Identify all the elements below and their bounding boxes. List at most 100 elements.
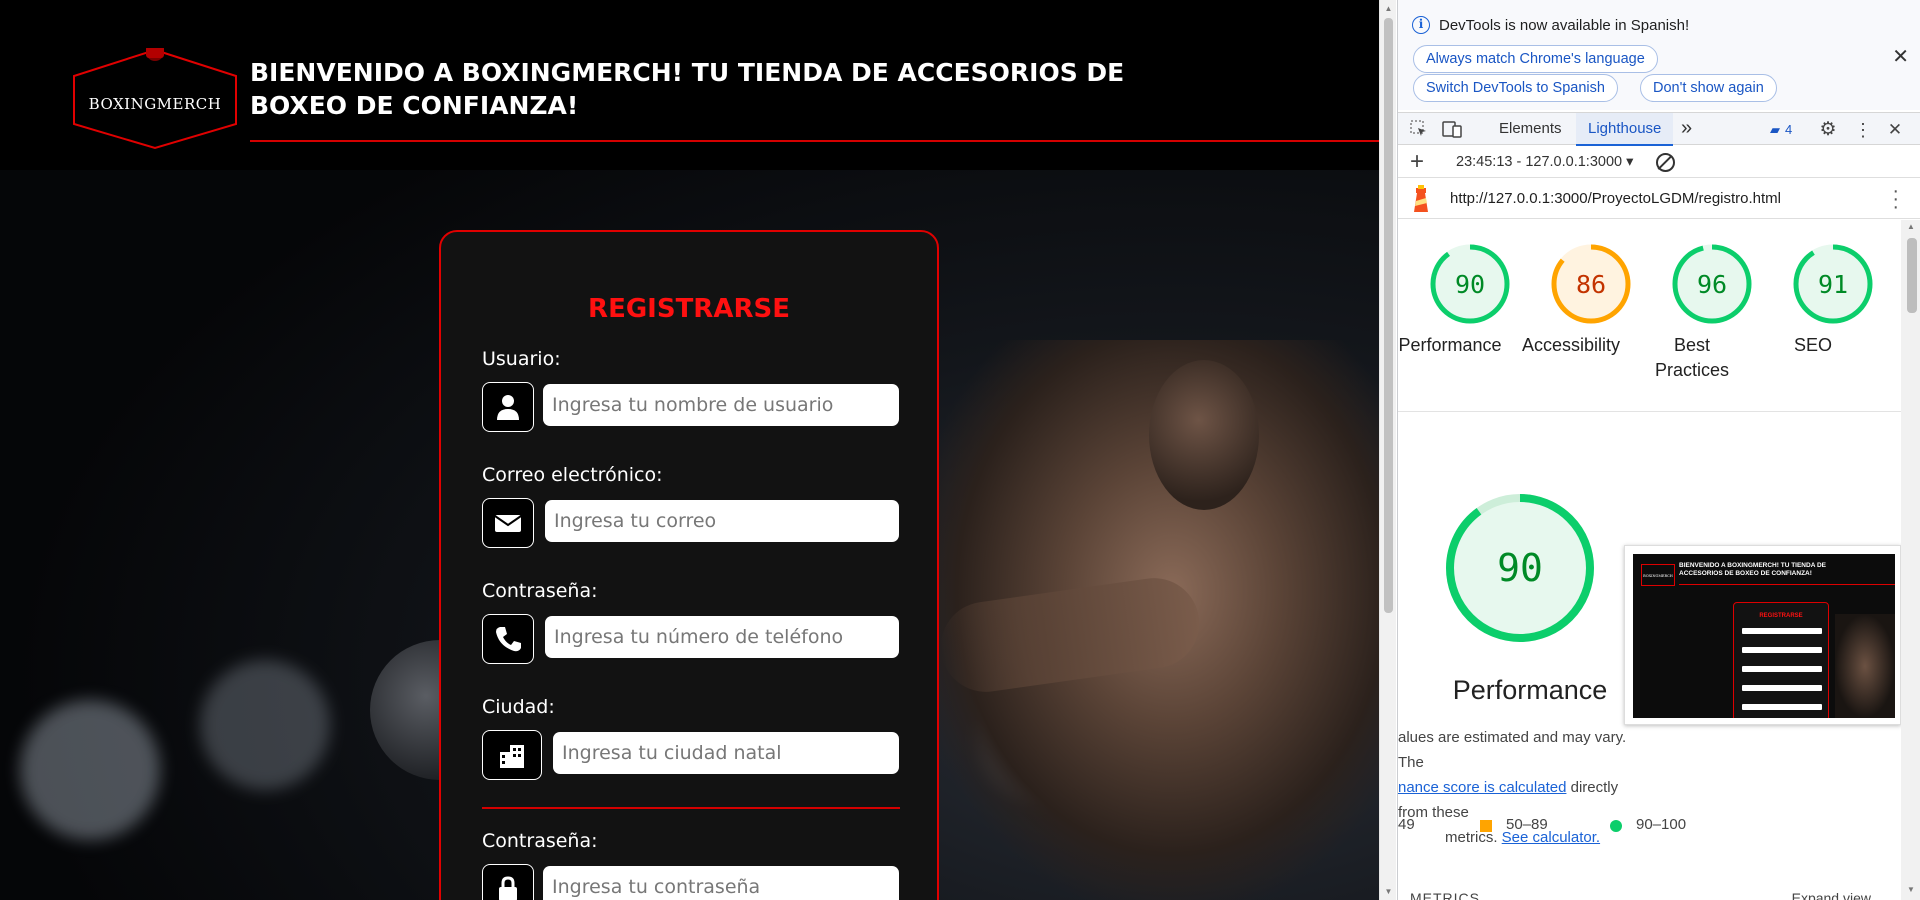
switch-to-spanish-button[interactable]: Switch DevTools to Spanish <box>1413 74 1618 102</box>
phone-icon <box>482 614 534 664</box>
password-label: Contraseña: <box>482 830 598 852</box>
email-label: Correo electrónico: <box>482 464 663 486</box>
logo-text: BOXINGMERCH <box>88 95 222 113</box>
tab-lighthouse[interactable]: Lighthouse <box>1576 113 1674 146</box>
phone-input[interactable] <box>545 616 899 658</box>
form-heading: REGISTRARSE <box>588 294 790 324</box>
report-session-dropdown[interactable]: 23:45:13 - 127.0.0.1:3000 ▾ <box>1456 154 1633 170</box>
city-icon <box>482 730 542 780</box>
new-report-plus-icon[interactable]: + <box>1410 148 1424 176</box>
legend-pass-marker <box>1610 820 1622 832</box>
settings-gear-icon[interactable]: ⚙ <box>1818 120 1838 140</box>
legend-average-marker <box>1480 820 1492 832</box>
envelope-icon <box>482 498 534 548</box>
desc-line-3: metrics. <box>1445 829 1502 846</box>
close-devtools-icon[interactable]: ✕ <box>1885 120 1905 140</box>
user-icon <box>482 382 534 432</box>
website-viewport: BOXINGMERCH BIENVENIDO A BOXINGMERCH! TU… <box>0 0 1379 900</box>
inspect-element-icon[interactable] <box>1409 120 1429 140</box>
report-scroll-thumb[interactable] <box>1907 238 1917 313</box>
issues-count-badge[interactable]: 4 <box>1785 122 1792 137</box>
thumbnail-logo: BOXINGMERCH <box>1641 564 1675 586</box>
more-tabs-icon[interactable]: » <box>1681 113 1692 146</box>
devtools-tabbar: Elements Lighthouse » ▰ 4 ⚙ ⋮ ✕ <box>1398 112 1920 146</box>
thumbnail-field <box>1742 704 1822 710</box>
metrics-header: METRICS <box>1410 890 1480 900</box>
page-scrollbar[interactable]: ▲ ▼ <box>1379 0 1396 900</box>
page-scroll-thumb[interactable] <box>1384 18 1393 613</box>
dont-show-again-button[interactable]: Don't show again <box>1640 74 1777 102</box>
audited-url: http://127.0.0.1:3000/ProyectoLGDM/regis… <box>1450 190 1782 207</box>
score-calculated-link[interactable]: nance score is calculated <box>1398 779 1566 796</box>
main-score-value: 90 <box>1497 546 1543 590</box>
infobar-close-icon[interactable]: ✕ <box>1892 44 1909 69</box>
issues-icon[interactable]: ▰ <box>1765 120 1785 140</box>
thumbnail-field <box>1742 628 1822 634</box>
customize-menu-icon[interactable]: ⋮ <box>1853 120 1873 140</box>
thumbnail-form-heading: REGISTRARSE <box>1759 613 1803 619</box>
gauge-label: Accessibility <box>1521 335 1621 355</box>
lock-icon <box>482 864 534 900</box>
title-divider <box>250 140 1379 142</box>
tab-elements[interactable]: Elements <box>1499 113 1562 146</box>
legend-fail-range: 49 <box>1398 816 1415 833</box>
password-input[interactable] <box>543 866 899 900</box>
gauge-score-value: 86 <box>1576 270 1606 299</box>
infobar-message: DevTools is now available in Spanish! <box>1439 17 1690 34</box>
thumbnail-field <box>1742 685 1822 691</box>
city-label: Ciudad: <box>482 696 555 718</box>
bokeh-light <box>200 660 330 790</box>
gauge-score-value: 96 <box>1697 270 1727 299</box>
report-scroll-up-icon[interactable]: ▲ <box>1904 222 1918 234</box>
thumbnail-image: BOXINGMERCH BIENVENIDO A BOXINGMERCH! TU… <box>1633 554 1895 718</box>
report-menu-icon[interactable]: · · · <box>1892 181 1899 217</box>
always-match-language-button[interactable]: Always match Chrome's language <box>1413 45 1658 73</box>
thumbnail-title: BIENVENIDO A BOXINGMERCH! TU TIENDA DE A… <box>1679 562 1826 577</box>
report-scroll-down-icon[interactable]: ▼ <box>1904 885 1918 897</box>
device-toolbar-icon[interactable] <box>1442 120 1462 140</box>
page-title: BIENVENIDO A BOXINGMERCH! TU TIENDA DE A… <box>250 58 1125 120</box>
score-gauge-performance[interactable]: 90 <box>1428 242 1512 326</box>
gauge-label: SEO <box>1793 335 1832 355</box>
info-icon: i <box>1412 16 1430 34</box>
city-input[interactable] <box>553 732 899 774</box>
thumbnail-field <box>1742 666 1822 672</box>
page-screenshot-thumbnail[interactable]: BOXINGMERCH BIENVENIDO A BOXINGMERCH! TU… <box>1624 545 1901 725</box>
devtools-panel: i DevTools is now available in Spanish! … <box>1397 0 1920 900</box>
score-gauge-accessibility[interactable]: 86 <box>1549 242 1633 326</box>
boxer-head <box>1149 360 1259 510</box>
clear-reports-icon[interactable] <box>1656 153 1675 172</box>
main-score-label: Performance <box>1452 675 1608 705</box>
gauge-score-value: 91 <box>1818 270 1848 299</box>
legend-pass-range: 90–100 <box>1636 816 1687 833</box>
gauge-label: Performance <box>1398 335 1502 355</box>
registration-form: REGISTRARSE Usuario: Correo electrónico:… <box>439 230 939 900</box>
expand-view-toggle[interactable]: Expand view <box>1792 890 1871 900</box>
thumbnail-boxer <box>1835 614 1895 718</box>
lighthouse-logo-icon <box>1414 185 1428 212</box>
scroll-up-arrow-icon[interactable]: ▲ <box>1380 0 1397 17</box>
lighthouse-report: 90 Performance 86 Accessibility 96 Best Pract… <box>1398 220 1901 900</box>
desc-line-1: alues are estimated and may vary. The <box>1398 729 1627 771</box>
report-scrollbar[interactable]: ▲ ▼ <box>1901 220 1920 900</box>
lighthouse-toolbar: + 23:45:13 - 127.0.0.1:3000 ▾ <box>1398 146 1920 178</box>
email-input[interactable] <box>545 500 899 542</box>
thumbnail-form: REGISTRARSE <box>1733 602 1829 718</box>
report-url-bar: http://127.0.0.1:3000/ProyectoLGDM/regis… <box>1398 179 1920 219</box>
thumbnail-field <box>1742 647 1822 653</box>
phone-label: Contraseña: <box>482 580 598 602</box>
gauge-score-value: 90 <box>1455 270 1485 299</box>
gauges-divider <box>1398 411 1901 412</box>
scroll-down-arrow-icon[interactable]: ▼ <box>1380 883 1397 900</box>
gauge-label: Best Practices <box>1654 335 1730 380</box>
legend-average-range: 50–89 <box>1506 816 1548 833</box>
score-gauge-best-practices[interactable]: 96 <box>1670 242 1754 326</box>
language-infobar: i DevTools is now available in Spanish! … <box>1398 0 1920 110</box>
username-input[interactable] <box>543 384 899 426</box>
thumbnail-rule <box>1679 584 1895 585</box>
bokeh-light <box>20 700 160 840</box>
score-gauge-seo[interactable]: 91 <box>1791 242 1875 326</box>
username-label: Usuario: <box>482 348 561 370</box>
form-divider <box>482 807 900 809</box>
performance-main-gauge: 90 <box>1446 494 1594 642</box>
